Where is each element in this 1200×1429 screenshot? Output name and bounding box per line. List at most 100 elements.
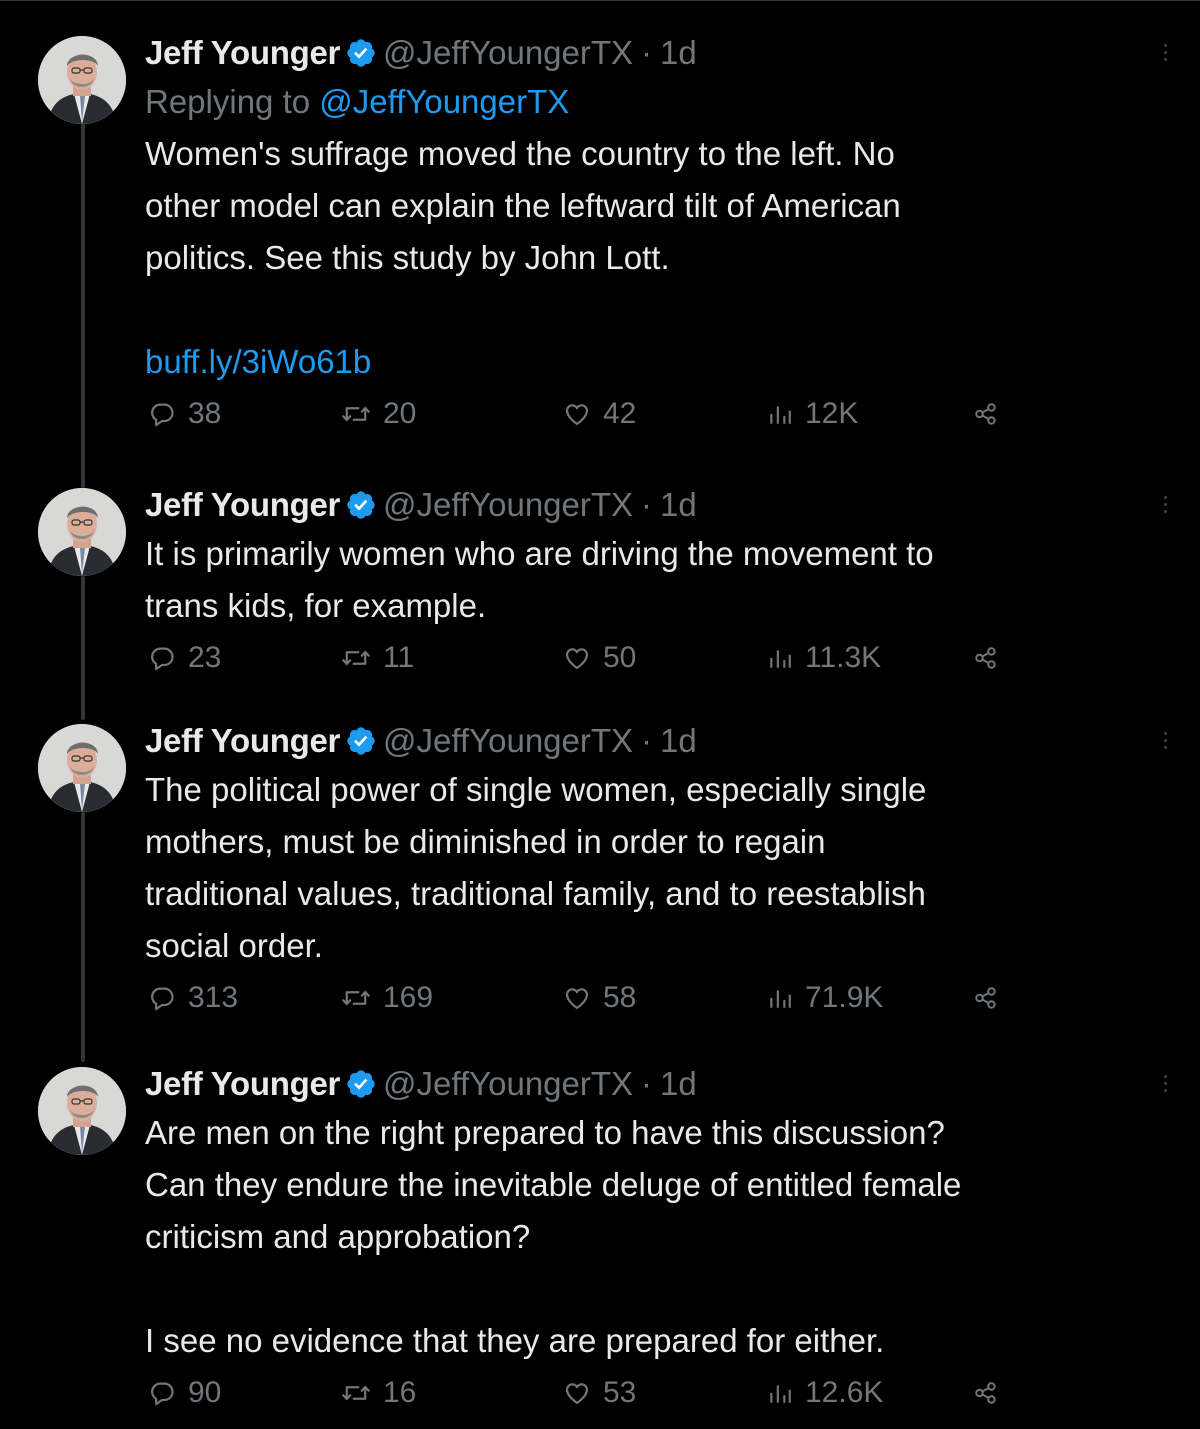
like-count: 53 (603, 1376, 637, 1409)
tweet-text-line: politics. See this study by John Lott. (145, 239, 670, 276)
tweet-text-line: I see no evidence that they are prepared… (145, 1322, 885, 1359)
share-nodes-icon (975, 987, 996, 1009)
verified-badge-icon (345, 1068, 377, 1100)
views-button[interactable]: 71.9K (767, 972, 883, 1024)
author-handle[interactable]: @JeffYoungerTX (383, 34, 633, 72)
retweet-count: 11 (383, 641, 415, 674)
like-count: 58 (603, 981, 637, 1014)
tweet-thread: Jeff Younger @JeffYoungerTX · 1d Replyin… (0, 0, 1200, 1429)
reply-count: 38 (188, 397, 222, 430)
views-button[interactable]: 11.3K (767, 632, 881, 684)
share-button[interactable] (973, 388, 999, 440)
replying-to: Replying to @JeffYoungerTX (145, 76, 1155, 128)
view-count: 12.6K (805, 1376, 884, 1409)
tweet-text-line: other model can explain the leftward til… (145, 187, 901, 224)
tweet-text-line: Are men on the right prepared to have th… (145, 1114, 945, 1151)
tweet-header: Jeff Younger @JeffYoungerTX · 1d (145, 718, 1155, 764)
thread-connector-line (81, 576, 85, 720)
like-button[interactable]: 53 (563, 1367, 636, 1419)
tweet-text: The political power of single women, esp… (145, 764, 1155, 972)
verified-badge-icon (345, 725, 377, 757)
retweet-count: 20 (383, 397, 417, 430)
more-options-button[interactable] (1153, 1069, 1177, 1097)
separator-dot: · (641, 486, 653, 523)
author-handle[interactable]: @JeffYoungerTX (383, 722, 633, 760)
retweet-button[interactable]: 16 (341, 1367, 416, 1419)
tweet-text-line: It is primarily women who are driving th… (145, 535, 934, 572)
tweet-text-line: Can they endure the inevitable deluge of… (145, 1166, 962, 1203)
retweet-count: 16 (383, 1376, 417, 1409)
speech-bubble-icon (151, 1382, 174, 1406)
retweet-button[interactable]: 20 (341, 388, 416, 440)
tweet-header: Jeff Younger @JeffYoungerTX · 1d (145, 1061, 1155, 1107)
tweet-text-line: criticism and approbation? (145, 1218, 531, 1255)
view-count: 12K (805, 397, 859, 430)
reply-button[interactable]: 313 (148, 972, 238, 1024)
separator-dot: · (641, 722, 653, 759)
tweet-header: Jeff Younger @JeffYoungerTX · 1d (145, 30, 1155, 76)
replying-to-handle[interactable]: @JeffYoungerTX (319, 83, 569, 120)
more-options-button[interactable] (1153, 38, 1177, 66)
heart-icon (565, 648, 589, 670)
speech-bubble-icon (151, 987, 174, 1011)
tweet-text: Are men on the right prepared to have th… (145, 1107, 1155, 1367)
share-button[interactable] (973, 972, 999, 1024)
retweet-button[interactable]: 169 (341, 972, 433, 1024)
timestamp[interactable]: 1d (660, 722, 697, 760)
share-button[interactable] (973, 632, 999, 684)
verified-badge-icon (345, 489, 377, 521)
like-button[interactable]: 42 (563, 388, 636, 440)
bar-chart-icon (770, 990, 791, 1008)
thread-connector-line (81, 812, 85, 1062)
avatar[interactable] (38, 36, 126, 124)
share-nodes-icon (975, 647, 996, 669)
tweet-text-line: mothers, must be diminished in order to … (145, 823, 826, 860)
bar-chart-icon (770, 650, 791, 668)
tweet-text-line: The political power of single women, esp… (145, 771, 927, 808)
tweet-actions: 38 20 42 12K (145, 388, 1155, 440)
avatar[interactable] (38, 1067, 126, 1155)
timestamp[interactable]: 1d (660, 1065, 697, 1103)
timestamp[interactable]: 1d (660, 34, 697, 72)
retweet-arrows-icon (342, 650, 370, 666)
tweet-actions: 23 11 50 11.3K (145, 632, 1155, 684)
views-button[interactable]: 12K (767, 388, 858, 440)
reply-count: 90 (188, 1376, 222, 1409)
views-button[interactable]: 12.6K (767, 1367, 883, 1419)
retweet-count: 169 (383, 981, 434, 1014)
avatar[interactable] (38, 724, 126, 812)
tweet-link[interactable]: buff.ly/3iWo61b (145, 336, 1155, 388)
heart-icon (565, 404, 589, 426)
retweet-button[interactable]: 11 (341, 632, 414, 684)
reply-button[interactable]: 38 (148, 388, 221, 440)
like-count: 50 (603, 641, 637, 674)
replying-to-label: Replying to (145, 83, 311, 120)
speech-bubble-icon (151, 647, 174, 671)
avatar[interactable] (38, 488, 126, 576)
reply-button[interactable]: 23 (148, 632, 221, 684)
more-options-button[interactable] (1153, 726, 1177, 754)
author-name[interactable]: Jeff Younger (145, 722, 340, 760)
separator-dot: · (641, 34, 653, 71)
author-name[interactable]: Jeff Younger (145, 34, 340, 72)
separator-dot: · (641, 1065, 653, 1102)
share-nodes-icon (975, 1382, 996, 1404)
verified-badge-icon (345, 37, 377, 69)
share-button[interactable] (973, 1367, 999, 1419)
tweet-text-line: social order. (145, 927, 323, 964)
like-button[interactable]: 58 (563, 972, 636, 1024)
reply-button[interactable]: 90 (148, 1367, 221, 1419)
reply-count: 313 (188, 981, 239, 1014)
like-button[interactable]: 50 (563, 632, 636, 684)
heart-icon (565, 1383, 589, 1405)
tweet-actions: 313 169 58 71.9K (145, 972, 1155, 1024)
author-name[interactable]: Jeff Younger (145, 486, 340, 524)
author-handle[interactable]: @JeffYoungerTX (383, 1065, 633, 1103)
more-options-button[interactable] (1153, 490, 1177, 518)
author-handle[interactable]: @JeffYoungerTX (383, 486, 633, 524)
author-name[interactable]: Jeff Younger (145, 1065, 340, 1103)
retweet-arrows-icon (342, 406, 370, 422)
timestamp[interactable]: 1d (660, 486, 697, 524)
